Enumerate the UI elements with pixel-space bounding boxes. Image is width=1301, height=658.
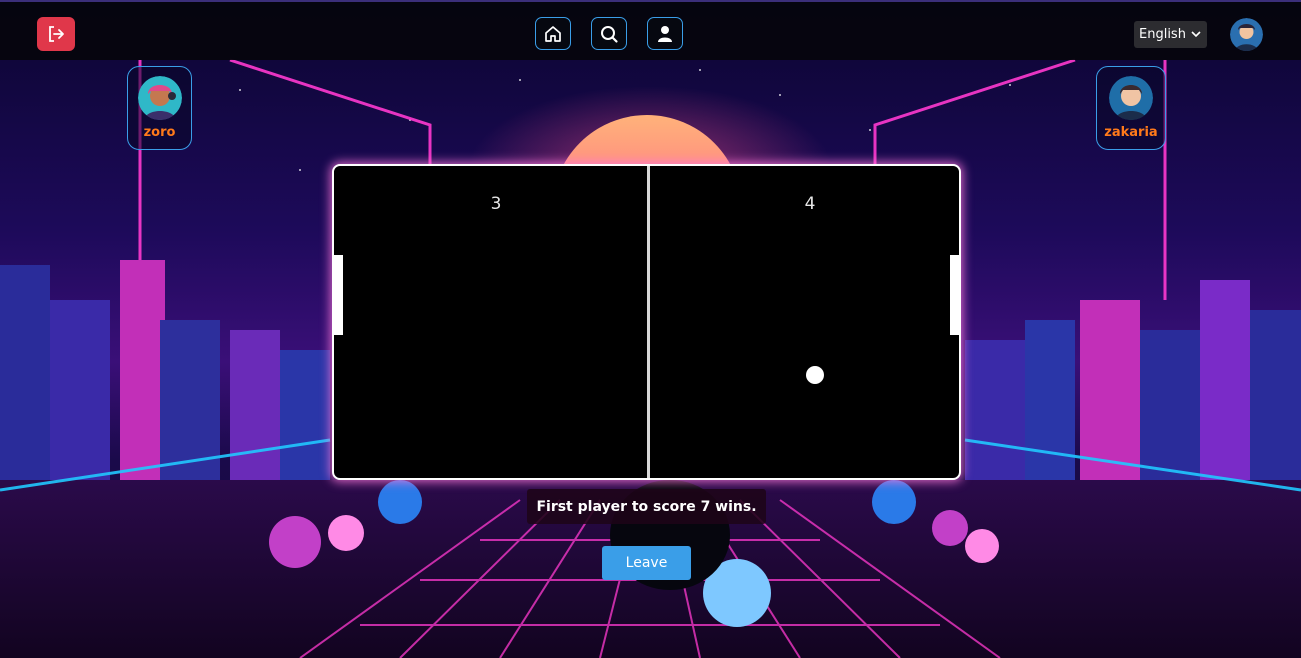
home-button[interactable] bbox=[535, 17, 571, 50]
player-card-right: zakaria bbox=[1096, 66, 1166, 150]
center-net bbox=[647, 166, 650, 478]
logout-button[interactable] bbox=[37, 17, 75, 51]
leave-button[interactable]: Leave bbox=[602, 546, 691, 580]
player-right-name: zakaria bbox=[1104, 125, 1158, 140]
paddle-left bbox=[334, 255, 343, 335]
top-navbar: English bbox=[0, 0, 1301, 60]
player-card-left: zoro bbox=[127, 66, 192, 150]
avatar-image bbox=[1109, 76, 1153, 120]
city-left bbox=[0, 260, 330, 490]
search-button[interactable] bbox=[591, 17, 627, 50]
avatar-image bbox=[1230, 18, 1263, 51]
paddle-right bbox=[950, 255, 959, 335]
score-right: 4 bbox=[804, 194, 816, 214]
pong-board[interactable]: 3 4 bbox=[332, 164, 961, 480]
language-select-value: English bbox=[1139, 27, 1186, 42]
player-left-avatar bbox=[137, 76, 182, 120]
game-rule-text: First player to score 7 wins. bbox=[527, 489, 766, 524]
player-right-avatar bbox=[1109, 76, 1153, 120]
home-icon bbox=[545, 25, 561, 42]
city-right bbox=[965, 280, 1301, 490]
search-icon bbox=[601, 25, 618, 43]
ball bbox=[806, 366, 824, 384]
user-icon bbox=[658, 25, 672, 42]
avatar-image bbox=[137, 76, 182, 120]
user-avatar[interactable] bbox=[1230, 18, 1263, 51]
language-select[interactable]: English bbox=[1134, 21, 1207, 48]
score-left: 3 bbox=[490, 194, 502, 214]
player-left-name: zoro bbox=[143, 125, 176, 140]
logout-icon bbox=[49, 26, 64, 42]
chevron-down-icon bbox=[1191, 31, 1201, 38]
profile-button[interactable] bbox=[647, 17, 683, 50]
